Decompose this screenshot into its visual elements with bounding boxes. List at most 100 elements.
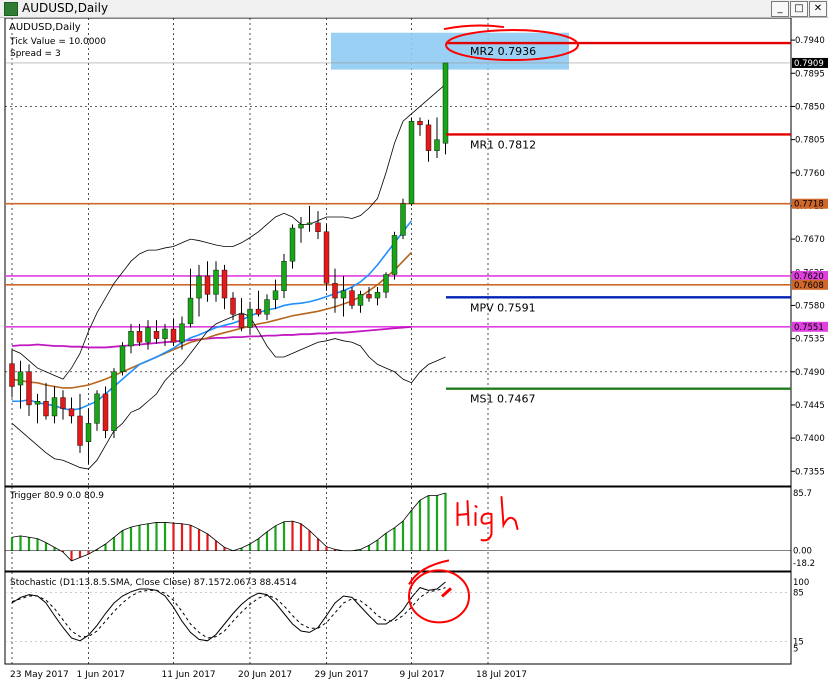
pivot-label-mpv: MPV 0.7591 <box>470 301 536 314</box>
time-tick-label: 18 Jul 2017 <box>476 670 527 680</box>
horizontal-levels <box>5 62 791 328</box>
stochastic-circle-annotation <box>408 569 470 624</box>
main-pane-frame <box>4 18 792 487</box>
candle-body <box>323 231 330 284</box>
candle-body <box>332 283 338 299</box>
high-handwriting-stroke <box>456 513 469 516</box>
candles-layer <box>9 62 449 464</box>
spread-label: Spread = 3 <box>10 49 61 59</box>
candle-body <box>204 275 211 295</box>
price-tick-label: 0.7580 <box>795 301 825 311</box>
price-chart[interactable]: MR2 0.7936 MR1 0.7812 MPV 0.7591 MS1 0.7467… <box>0 18 828 688</box>
trigger-tick-label: 0.00 <box>793 547 812 557</box>
stochastic-tick-label: 100 <box>793 578 809 588</box>
ma-blue-line <box>12 220 413 411</box>
price-tick-label: 0.7895 <box>795 69 825 79</box>
candle-body <box>94 393 100 424</box>
price-tick-label: 0.7535 <box>795 335 825 345</box>
candle-body <box>272 290 279 300</box>
time-tick-label: 29 Jun 2017 <box>315 670 369 680</box>
candle-body <box>119 345 126 372</box>
candle-body <box>255 308 262 315</box>
bollinger-lower-line <box>11 312 446 470</box>
candle-body <box>77 415 83 446</box>
handdrawn-annotations <box>408 24 579 624</box>
candle-body <box>68 408 75 417</box>
stochastic-label: Stochastic (D1:13.8.5.SMA, Close Close) … <box>10 578 297 588</box>
stochastic-arrow-annotation <box>441 587 452 598</box>
candle-body <box>34 401 41 405</box>
bollinger-upper-line <box>11 84 446 380</box>
candle-body <box>128 331 134 347</box>
candle-body <box>9 363 15 387</box>
candle-body <box>221 269 228 299</box>
candle-body <box>162 328 168 339</box>
candle-body <box>153 331 160 339</box>
high-handwriting-stroke <box>466 500 470 526</box>
trigger-label: Trigger 80.9 0.0 80.9 <box>9 491 104 501</box>
candle-body <box>213 269 219 295</box>
candle-body <box>340 290 347 299</box>
candle-body <box>60 397 66 409</box>
minimize-button[interactable]: _ <box>771 1 789 17</box>
price-tick-label: 0.7355 <box>795 467 825 477</box>
trigger-pane-frame <box>4 486 792 572</box>
time-tick-label: 20 Jun 2017 <box>238 670 292 680</box>
candle-body <box>136 331 143 343</box>
stochastic-tick-label: 5 <box>793 645 798 655</box>
pivot-label-mr1: MR1 0.7812 <box>470 138 536 151</box>
price-axis: 0.79400.78950.78500.78050.77600.77150.76… <box>791 36 828 477</box>
stochastic-signal-line <box>11 587 446 639</box>
grid-lines <box>5 18 791 664</box>
pivot-levels: MR2 0.7936 MR1 0.7812 MPV 0.7591 MS1 0.7467 <box>446 41 791 406</box>
candle-body <box>357 294 364 306</box>
candle-body <box>391 235 398 275</box>
candle-body <box>51 397 58 417</box>
stochastic-tick-label: 85 <box>793 589 804 599</box>
time-axis: 23 May 2017 1 Jun 2017 11 Jun 2017 20 Jun 2… <box>10 670 527 680</box>
candle-body <box>187 297 194 325</box>
candle-body <box>17 371 24 386</box>
candle-body <box>281 261 287 291</box>
close-button[interactable]: ✕ <box>809 1 827 17</box>
candle-body <box>111 371 117 431</box>
high-handwriting-stroke <box>474 505 478 508</box>
trigger-tick-label: -18.2 <box>793 559 815 569</box>
trigger-tick-label: 85.7 <box>793 489 812 499</box>
price-tag-label: 0.7718 <box>794 200 824 210</box>
candle-body <box>425 124 432 151</box>
candle-body <box>102 393 109 431</box>
candle-body <box>442 62 449 144</box>
candle-body <box>298 224 304 229</box>
candle-body <box>247 308 253 328</box>
stochastic-main-line <box>11 581 446 642</box>
pivot-label-mr2: MR2 0.7936 <box>470 45 536 58</box>
price-tick-label: 0.7850 <box>795 102 825 112</box>
price-tick-label: 0.7805 <box>795 136 825 146</box>
high-handwriting-stroke <box>480 512 493 542</box>
candle-body <box>230 297 236 315</box>
high-handwriting-stroke <box>500 496 519 530</box>
candle-body <box>179 323 185 343</box>
candle-body <box>349 290 355 306</box>
price-tag-label: 0.7608 <box>794 281 824 291</box>
time-tick-label: 1 Jun 2017 <box>77 670 125 680</box>
candle-body <box>383 274 389 293</box>
tick-value-label: Tick Value = 10.0000 <box>9 37 106 47</box>
candle-body <box>170 328 177 343</box>
candle-body <box>408 120 415 204</box>
window-title: AUDUSD,Daily <box>22 1 109 15</box>
candle-body <box>366 294 372 299</box>
candle-body <box>374 291 381 299</box>
price-tick-label: 0.7490 <box>795 368 825 378</box>
window-titlebar: AUDUSD,Daily _ □ ✕ <box>0 0 828 18</box>
candle-body <box>400 203 406 236</box>
time-tick-label: 9 Jul 2017 <box>400 670 445 680</box>
symbol-label: AUDUSD,Daily <box>9 22 81 33</box>
candle-body <box>289 227 296 262</box>
trigger-histogram: 85.7 0.00 -18.2 <box>5 489 815 569</box>
price-tick-label: 0.7670 <box>795 235 825 245</box>
price-tick-label: 0.7940 <box>795 36 825 46</box>
maximize-button[interactable]: □ <box>790 1 808 17</box>
price-tick-label: 0.7760 <box>795 169 825 179</box>
